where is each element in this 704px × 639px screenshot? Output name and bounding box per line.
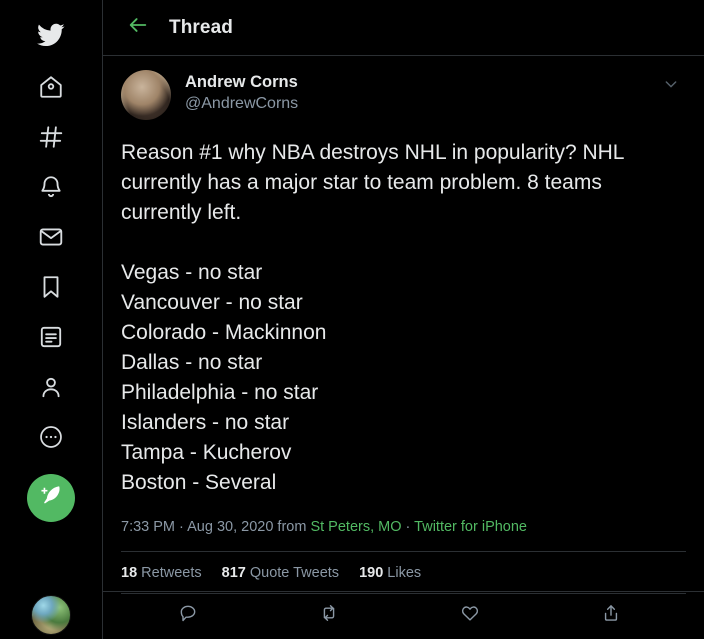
- retweet-button[interactable]: [308, 595, 350, 637]
- person-icon: [38, 374, 64, 400]
- retweet-icon: [319, 603, 339, 628]
- sidebar-item-explore[interactable]: [23, 112, 79, 162]
- author-names: Andrew Corns @AndrewCorns: [185, 70, 656, 114]
- stat-quote-tweets[interactable]: 817 Quote Tweets: [222, 565, 339, 581]
- compose-tweet-button[interactable]: [27, 474, 75, 522]
- meta-separator-1: ·: [179, 519, 184, 535]
- tweet-detail: Andrew Corns @AndrewCorns Reason #1 why …: [103, 56, 704, 595]
- author-avatar[interactable]: [121, 70, 171, 120]
- bookmark-icon: [38, 274, 64, 300]
- back-button[interactable]: [121, 11, 155, 45]
- tweet-meta: 7:33 PM · Aug 30, 2020 from St Peters, M…: [121, 517, 686, 537]
- stat-quote-tweets-label: Quote Tweets: [249, 565, 340, 582]
- stat-likes[interactable]: 190 Likes: [359, 565, 421, 581]
- list-icon: [38, 324, 64, 350]
- stat-quote-tweets-count: 817: [221, 565, 246, 582]
- sidebar-item-twitter-logo[interactable]: [23, 10, 79, 60]
- tweet-stats: 18 Retweets 817 Quote Tweets 190 Likes: [121, 552, 686, 593]
- stat-retweets[interactable]: 18 Retweets: [121, 565, 202, 581]
- sidebar: [0, 0, 103, 639]
- twitter-app: Thread Andrew Corns @AndrewCorns Reason: [0, 0, 704, 639]
- share-button[interactable]: [590, 595, 632, 637]
- hashtag-icon: [38, 124, 64, 150]
- meta-separator-2: ·: [405, 519, 411, 535]
- sidebar-item-lists[interactable]: [23, 312, 79, 362]
- chevron-down-icon: [663, 76, 679, 97]
- author-display-name[interactable]: Andrew Corns: [185, 72, 656, 93]
- sidebar-item-more[interactable]: [23, 412, 79, 462]
- stat-retweets-label: Retweets: [141, 565, 202, 582]
- sidebar-item-messages[interactable]: [23, 212, 79, 262]
- envelope-icon: [38, 224, 64, 250]
- thread-header: Thread: [103, 0, 704, 56]
- tweet-time: 7:33 PM: [121, 519, 175, 535]
- like-button[interactable]: [449, 595, 491, 637]
- like-heart-icon: [460, 603, 480, 628]
- tweet-location-link[interactable]: St Peters, MO: [310, 519, 401, 535]
- account-avatar[interactable]: [31, 595, 71, 635]
- more-circle-icon: [38, 424, 64, 450]
- compose-feather-icon: [38, 483, 64, 514]
- reply-button[interactable]: [167, 595, 209, 637]
- tweet-text: Reason #1 why NBA destroys NHL in popula…: [121, 141, 624, 494]
- tweet-stats-wrap: 18 Retweets 817 Quote Tweets 190 Likes: [121, 551, 686, 595]
- reply-icon: [178, 603, 198, 628]
- author-handle[interactable]: @AndrewCorns: [185, 94, 656, 115]
- tweet-client-link[interactable]: Twitter for iPhone: [414, 519, 527, 535]
- stat-likes-count: 190: [359, 565, 384, 582]
- sidebar-item-bookmarks[interactable]: [23, 262, 79, 312]
- arrow-left-icon: [127, 14, 149, 41]
- bell-icon: [38, 174, 64, 200]
- tweet-actions-bar: [103, 591, 704, 639]
- sidebar-item-home[interactable]: [23, 62, 79, 112]
- sidebar-item-profile[interactable]: [23, 362, 79, 412]
- meta-from-word: from: [277, 519, 307, 535]
- sidebar-item-notifications[interactable]: [23, 162, 79, 212]
- home-icon: [38, 74, 64, 100]
- tweet-author-row: Andrew Corns @AndrewCorns: [121, 70, 686, 120]
- tweet-menu-button[interactable]: [656, 70, 686, 100]
- share-icon: [601, 603, 621, 628]
- stat-likes-label: Likes: [387, 565, 422, 582]
- twitter-bird-icon: [37, 21, 65, 49]
- main-column: Thread Andrew Corns @AndrewCorns Reason: [103, 0, 704, 639]
- page-title: Thread: [169, 16, 233, 38]
- tweet-date: Aug 30, 2020: [187, 519, 274, 535]
- stat-retweets-count: 18: [121, 565, 138, 582]
